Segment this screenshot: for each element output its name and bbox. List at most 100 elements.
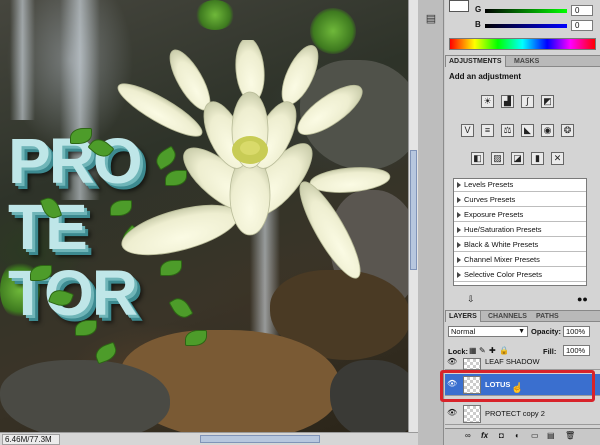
expand-triangle-icon [457,197,461,203]
posterize-icon[interactable]: ▨ [491,152,504,165]
visibility-eye-icon[interactable]: 👁 [447,408,457,418]
layer-thumbnail [463,358,481,370]
chevron-down-icon: ▼ [518,328,525,335]
exposure-icon[interactable]: ◩ [541,95,554,108]
tab-adjustments[interactable]: ADJUSTMENTS [445,56,506,67]
expand-triangle-icon [457,257,461,263]
blue-slider[interactable]: B 0 [475,20,595,32]
ivy-leaf [92,341,120,365]
lock-position-icon[interactable]: ✚ [489,346,496,355]
waterfall-stream [10,0,35,120]
canvas-vertical-scrollbar[interactable] [408,0,418,432]
preset-item[interactable]: Levels Presets [454,179,586,192]
moss [195,0,235,30]
lock-image-icon[interactable]: ✎ [479,346,486,355]
add-mask-icon[interactable]: ◘ [499,431,504,440]
expand-triangle-icon [457,242,461,248]
layer-name: PROTECT copy 2 [485,409,545,418]
preset-label: Hue/Saturation Presets [464,225,542,234]
adjustment-presets-list: Levels Presets Curves Presets Exposure P… [453,178,587,286]
gradient-map-icon[interactable]: ▮ [531,152,544,165]
channel-mixer-icon[interactable]: ❂ [561,124,574,137]
blue-label: B [475,20,481,29]
preset-label: Levels Presets [464,180,514,189]
photo-filter-icon[interactable]: ◉ [541,124,554,137]
adjustments-title: Add an adjustment [449,72,522,81]
preset-label: Black & White Presets [464,240,539,249]
annotation-highlight-box [440,370,595,402]
color-swatches[interactable] [449,0,469,12]
opacity-label: Opacity: [531,327,562,336]
preset-item[interactable]: Black & White Presets [454,239,586,252]
curves-icon[interactable]: ∫ [521,95,534,108]
scroll-thumb[interactable] [410,150,417,270]
expand-triangle-icon [457,182,461,188]
preset-label: Curves Presets [464,195,516,204]
rock [0,360,170,432]
layers-tab-bar: LAYERS CHANNELS PATHS [445,310,600,322]
preset-item[interactable]: Exposure Presets [454,209,586,222]
ivy-leaf [75,320,97,336]
blend-mode-value: Normal [451,327,476,336]
tab-layers[interactable]: LAYERS [445,311,481,322]
preset-label: Exposure Presets [464,210,524,219]
black-white-icon[interactable]: ◣ [521,124,534,137]
tab-masks[interactable]: MASKS [511,56,542,67]
new-layer-icon[interactable]: ▤ [547,431,555,440]
brightness-contrast-icon[interactable]: ☀ [481,95,494,108]
blue-gradient-bar[interactable] [485,24,567,28]
preset-label: Channel Mixer Presets [464,255,540,264]
lock-transparent-icon[interactable]: ▦ [469,346,477,355]
status-bar: 6.46M/77.3M [0,432,418,445]
hue-saturation-icon[interactable]: ≡ [481,124,494,137]
new-group-icon[interactable]: ▭ [531,431,539,440]
lock-all-icon[interactable]: 🔒 [499,346,509,355]
preset-item[interactable]: Selective Color Presets [454,269,586,282]
layer-row[interactable]: 👁 LEAF SHADOW [445,356,600,370]
fill-field[interactable]: 100% [563,345,590,356]
preset-item[interactable]: Channel Mixer Presets [454,254,586,267]
new-adjustment-icon[interactable]: ◐ [515,431,520,440]
color-spectrum[interactable] [449,38,596,50]
color-balance-icon[interactable]: ⚖ [501,124,514,137]
blue-value-field[interactable]: 0 [571,20,593,31]
layer-name: LEAF SHADOW [485,357,540,366]
lock-label: Lock: [448,347,469,356]
delete-layer-icon[interactable]: 🗑 [565,431,575,440]
layer-thumbnail [463,405,481,423]
threshold-icon[interactable]: ◪ [511,152,524,165]
preset-label: Selective Color Presets [464,270,542,279]
rock [330,360,408,432]
tab-channels[interactable]: CHANNELS [485,311,530,322]
preset-item[interactable]: Hue/Saturation Presets [454,224,586,237]
horizontal-scroll-thumb[interactable] [200,435,320,443]
green-gradient-bar[interactable] [485,9,567,13]
expand-triangle-icon [457,212,461,218]
return-to-list-icon[interactable]: ⇩ [467,294,475,305]
layer-style-icon[interactable]: fx [481,431,488,440]
levels-icon[interactable]: ▟ [501,95,514,108]
selective-color-icon[interactable]: ✕ [551,152,564,165]
adjustments-tab-bar: ADJUSTMENTS MASKS [445,55,600,67]
history-icon[interactable]: ▤ [424,12,438,26]
link-layers-icon[interactable]: ∞ [465,431,471,440]
layer-row[interactable]: 👁 PROTECT copy 2 [445,403,600,425]
clip-to-layer-icon[interactable]: ●● [577,294,588,304]
expand-triangle-icon [457,272,461,278]
vibrance-icon[interactable]: V [461,124,474,137]
blend-mode-select[interactable]: Normal ▼ [448,326,528,337]
invert-icon[interactable]: ◧ [471,152,484,165]
layers-panel-footer: ∞ fx ◘ ◐ ▭ ▤ 🗑 [445,428,600,445]
document-size[interactable]: 6.46M/77.3M [2,434,60,445]
visibility-eye-icon[interactable]: 👁 [447,357,457,367]
green-value-field[interactable]: 0 [571,5,593,16]
preset-item[interactable]: Curves Presets [454,194,586,207]
fill-label: Fill: [543,347,557,356]
green-slider[interactable]: G 0 [475,5,595,17]
opacity-field[interactable]: 100% [563,326,590,337]
green-label: G [475,5,482,14]
white-lotus-flower [117,40,391,279]
expand-triangle-icon [457,227,461,233]
tab-paths[interactable]: PATHS [533,311,562,322]
document-canvas[interactable]: PRO TE TOR [0,0,408,432]
